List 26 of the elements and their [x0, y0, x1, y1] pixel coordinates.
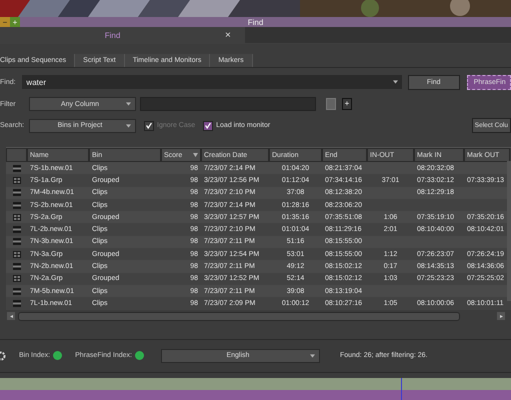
group-icon	[12, 176, 20, 184]
column-header[interactable]	[6, 148, 27, 162]
group-icon	[12, 250, 20, 258]
right-arrow-icon	[500, 314, 502, 318]
clip-icon	[12, 263, 20, 270]
group-icon	[12, 275, 20, 282]
minimize-button[interactable]: −	[0, 17, 10, 27]
filter-button[interactable]: +	[342, 98, 352, 110]
scrollbar-thumb[interactable]	[18, 312, 460, 321]
caret-icon	[310, 354, 315, 358]
caret-icon	[392, 80, 398, 84]
caret-icon	[126, 124, 131, 128]
clip-icon	[12, 164, 20, 172]
scroll-right-button[interactable]	[497, 312, 505, 320]
group-icon	[12, 214, 20, 221]
sort-icon	[193, 152, 198, 158]
caret-icon	[126, 102, 131, 106]
maximize-button[interactable]: +	[10, 17, 20, 27]
find-field[interactable]: water	[22, 75, 402, 89]
close-button[interactable]: ×	[225, 30, 245, 41]
checkbox[interactable]	[203, 120, 214, 130]
scroll-left-button[interactable]	[7, 312, 15, 320]
window-title: Find	[248, 18, 264, 26]
panel-tab[interactable]: Find	[0, 31, 225, 40]
filter-field[interactable]	[140, 97, 316, 111]
left-arrow-icon	[10, 314, 12, 318]
